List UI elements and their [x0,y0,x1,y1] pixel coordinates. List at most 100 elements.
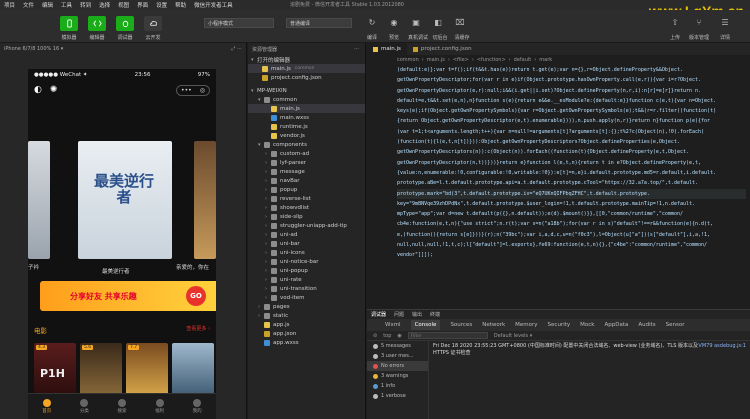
preview-button[interactable]: ◉ [387,18,401,30]
folder-item[interactable]: › uni-transition [248,284,365,293]
banner-center[interactable]: 最美逆行者 [78,141,172,259]
devtools-section-tab[interactable]: 终端 [430,311,440,318]
file-item[interactable]: vendor.js [248,131,365,140]
devtools-tab-audits[interactable]: Audits [638,322,655,328]
banner-right[interactable] [194,141,216,259]
file-item[interactable]: runtime.js [248,122,365,131]
open-editor-item[interactable]: main.js common [248,64,365,73]
folder-item[interactable]: ▾ components [248,140,365,149]
code-area[interactable]: (default:e)};var t=f();if(t&&t.has(e))re… [367,64,750,261]
filter-input[interactable]: Filter [407,332,488,339]
clear-cache-button[interactable]: ⌧ [453,18,467,30]
folder-item[interactable]: › popup [248,185,365,194]
movie-card[interactable]: 7.7 [126,343,168,397]
close-circle-icon[interactable]: ◎ [200,87,205,94]
folder-item[interactable]: › static [248,311,365,320]
file-item[interactable]: main.wxss [248,113,365,122]
menu-item[interactable]: 选择 [99,1,110,9]
devtools-tab-wxml[interactable]: Wxml [385,322,401,328]
tab-category[interactable]: 分类 [80,399,89,414]
details-button[interactable]: ☰ [718,18,732,30]
file-item[interactable]: app.json [248,329,365,338]
file-item[interactable]: app.wxss [248,338,365,347]
cloud-dev-button[interactable] [144,16,162,31]
folder-item[interactable]: › custom-ad [248,149,365,158]
breadcrumb-item[interactable]: <file> [453,57,469,63]
devtools-tab-appdata[interactable]: AppData [604,322,628,328]
folder-item[interactable]: › vod-item [248,293,365,302]
folder-item[interactable]: › uni-rate [248,275,365,284]
log-source-link[interactable]: VM79 asdebug.js:1 [698,343,746,350]
folder-item[interactable]: › side-slip [248,212,365,221]
devtools-tab-network[interactable]: Network [482,322,505,328]
menu-item[interactable]: 文件 [23,1,34,9]
open-editors-section[interactable]: ▾ 打开的编辑器 [248,55,365,64]
more-icon[interactable]: ••• [181,87,192,94]
background-button[interactable]: ◧ [431,18,445,30]
editor-tab[interactable]: main.js [367,43,407,55]
tab-search[interactable]: 搜索 [117,399,126,414]
folder-item[interactable]: › navBar [248,176,365,185]
console-filter-item[interactable]: 1 info [367,381,428,391]
menu-item[interactable]: 界面 [137,1,148,9]
menu-item[interactable]: 转到 [80,1,91,9]
devtools-tab-memory[interactable]: Memory [515,322,537,328]
folder-item[interactable]: › uni-ad [248,230,365,239]
folder-item[interactable]: › uni-popup [248,266,365,275]
more-icon[interactable]: ··· [354,46,359,52]
breadcrumb-item[interactable]: <function> [477,57,506,63]
devtools-tab-sensor[interactable]: Sensor [666,322,685,328]
movie-card[interactable]: 5.6 [80,343,122,397]
console-filter-item[interactable]: 3 user mes... [367,351,428,361]
sun-icon[interactable]: ✺ [50,85,58,95]
moon-icon[interactable]: ◐ [34,85,42,95]
folder-item[interactable]: › lyf-parser [248,158,365,167]
menu-item[interactable]: 帮助 [175,1,186,9]
folder-item[interactable]: ▾ common [248,95,365,104]
console-filter-item[interactable]: 5 messages [367,341,428,351]
breadcrumb-item[interactable]: default [514,57,532,63]
devtools-tab-security[interactable]: Security [548,322,571,328]
see-more-link[interactable]: 查看更多 › [186,325,210,335]
share-promo-banner[interactable]: 分享好友 共享乐趣 GO [40,281,216,311]
devtools-tab-sources[interactable]: Sources [450,322,472,328]
tab-home[interactable]: 首页 [42,399,51,414]
folder-item[interactable]: › reverse-list [248,194,365,203]
mini-program-capsule[interactable]: ••• ◎ [176,84,210,96]
folder-item[interactable]: › uni-notice-bar [248,257,365,266]
mode-select[interactable]: 小程序模式 [204,18,274,28]
remote-debug-button[interactable]: ▣ [409,18,423,30]
file-item[interactable]: main.js [248,104,365,113]
tab-mine[interactable]: 我的 [193,399,202,414]
folder-item[interactable]: › showvdlist [248,203,365,212]
upload-button[interactable]: ⇧ [668,18,682,30]
file-item[interactable]: app.js [248,320,365,329]
folder-item[interactable]: › uni-icons [248,248,365,257]
breadcrumb-item[interactable]: mark [539,57,552,63]
go-button[interactable]: GO [186,286,206,306]
device-select[interactable]: iPhone 6/7/8 100% 16 ▾ [4,46,63,52]
menu-item[interactable]: 编辑 [42,1,53,9]
breadcrumb-item[interactable]: common [397,57,419,63]
devtools-section-tab[interactable]: 问题 [394,311,404,318]
editor-tab[interactable]: project.config.json [407,43,478,55]
menu-item[interactable]: 视图 [118,1,129,9]
folder-item[interactable]: › message [248,167,365,176]
editor-toggle-button[interactable] [88,16,106,31]
simulator-tools[interactable]: ⤢ ⋯ [231,46,242,52]
folder-item[interactable]: › uni-bar [248,239,365,248]
context-select[interactable]: top [383,333,391,339]
levels-select[interactable]: Default levels ▾ [494,333,532,339]
simulator-toggle-button[interactable] [60,16,78,31]
devtools-tab-mock[interactable]: Mock [580,322,594,328]
devtools-tab-console[interactable]: Console [410,320,441,330]
block-icon[interactable]: ⊘ [373,333,377,339]
project-root[interactable]: ▾ MP-WEIXIN [248,86,365,95]
movie-card[interactable] [172,343,214,397]
devtools-section-tab[interactable]: 调试器 [371,311,386,318]
menu-item[interactable]: 微信开发者工具 [194,1,233,9]
movie-card[interactable]: 4.3 P1H [34,343,76,397]
open-editor-item[interactable]: project.config.json [248,73,365,82]
compile-select[interactable]: 普通编译 [286,18,352,28]
console-filter-item[interactable]: 1 verbose [367,391,428,401]
